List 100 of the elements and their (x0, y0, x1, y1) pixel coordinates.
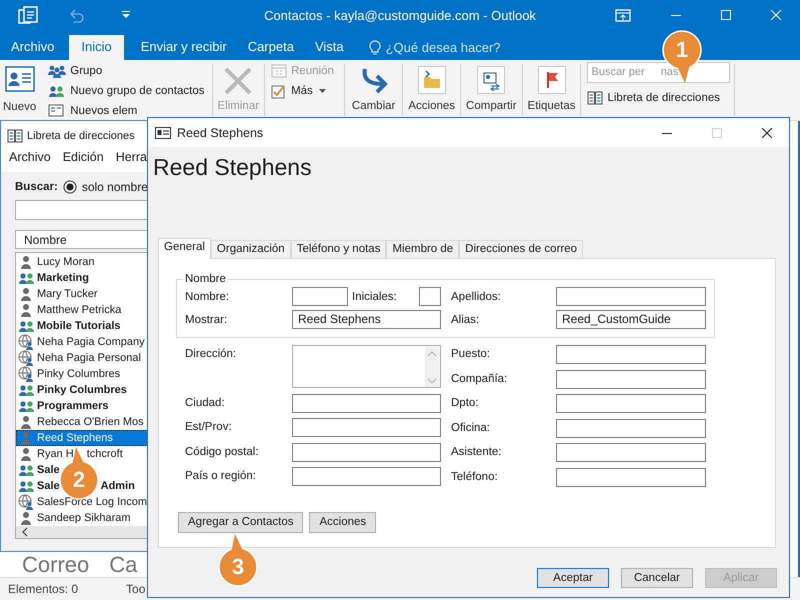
app-icon[interactable] (18, 6, 38, 24)
column-header[interactable]: Nombre (15, 230, 149, 249)
person-icon (18, 302, 34, 318)
contact-item-text[interactable]: tchcroft (86, 448, 123, 460)
text-field[interactable] (292, 287, 348, 306)
text-field[interactable] (556, 468, 706, 486)
status-text: Too (126, 582, 146, 596)
text-field[interactable] (556, 443, 706, 462)
ribbon-button[interactable]: Grupo (48, 62, 205, 79)
ribbon-button[interactable]: Más (271, 82, 334, 99)
text-field[interactable] (556, 370, 706, 388)
ribbon-button[interactable]: Cambiar (348, 62, 400, 112)
person-icon (18, 510, 34, 526)
field-label: Ciudad: (185, 396, 226, 410)
text-field[interactable] (292, 394, 441, 412)
contact-item[interactable]: Pinky Columbres (16, 382, 127, 398)
ribbon-button[interactable]: Compartir (464, 62, 519, 112)
new-button[interactable]: Nuevo (1, 62, 38, 113)
contact-item[interactable]: Mary Tucker (16, 286, 98, 302)
person-icon (18, 286, 34, 302)
ribbon-tab[interactable]: Archivo (2, 35, 64, 60)
contact-item[interactable]: Sale (16, 478, 60, 494)
customize-caret-icon[interactable] (120, 10, 132, 20)
text-field[interactable]: Reed_CustomGuide (556, 310, 706, 329)
contact-item[interactable]: Neha Pagia Personal (16, 350, 141, 366)
group-label: Nombre (184, 273, 227, 285)
field-label: Puesto: (451, 347, 491, 362)
radio-button[interactable] (62, 180, 77, 194)
person-icon (18, 254, 34, 270)
ribbon-button[interactable]: Nuevo grupo de contactos (48, 82, 205, 99)
contact-item[interactable]: Reed Stephens (16, 430, 149, 446)
dialog-button[interactable]: Aceptar (537, 568, 609, 588)
card-icon (477, 66, 506, 94)
ribbon-tab[interactable]: Vista (306, 35, 353, 60)
nav-item[interactable]: Correo (22, 553, 90, 577)
contact-card-icon (155, 126, 171, 138)
contact-item[interactable]: Pinky Columbres (16, 366, 120, 382)
field-label: Nombre: (185, 290, 230, 302)
tab[interactable]: General (158, 238, 211, 259)
maximize-icon[interactable] (721, 10, 731, 20)
text-field[interactable] (556, 418, 706, 438)
tell-me-field[interactable]: ¿Qué desea hacer? (368, 35, 501, 60)
contact-item[interactable]: Matthew Petricka (16, 302, 122, 318)
contact-item[interactable]: Lucy Moran (16, 254, 94, 270)
action-button[interactable]: Acciones (309, 512, 376, 532)
text-field[interactable] (292, 467, 441, 486)
text-field[interactable] (292, 418, 441, 437)
contact-item[interactable]: Programmers (16, 398, 109, 414)
field-label: Apellidos: (451, 290, 502, 302)
person-icon (18, 414, 34, 430)
field-label: País o región: (185, 469, 257, 484)
address-book-button[interactable]: Libreta de direcciones (587, 89, 730, 106)
ribbon-button[interactable]: Nuevos elem (48, 102, 205, 119)
action-button[interactable]: Agregar a Contactos (178, 512, 304, 532)
contact-item[interactable]: Rebecca O'Brien Mos (16, 414, 144, 430)
text-field[interactable] (556, 345, 706, 364)
dialog-button[interactable]: Cancelar (621, 568, 693, 588)
close-icon[interactable] (762, 128, 772, 138)
contact-item[interactable]: Marketing (16, 270, 89, 286)
menu-item[interactable]: Edición (62, 150, 104, 164)
search-label: Buscar: (15, 181, 58, 193)
nav-item[interactable]: Ca (109, 553, 138, 577)
ribbon-tab[interactable]: Inicio (69, 35, 124, 60)
ribbon-tab[interactable]: Enviar y recibir (132, 35, 236, 60)
contact-name: Reed Stephens (153, 153, 313, 182)
menu-item[interactable]: Archivo (9, 150, 51, 164)
tab[interactable]: Teléfono y notas (290, 240, 386, 258)
scroll-left-icon[interactable] (21, 527, 29, 537)
tab[interactable]: Miembro de (386, 240, 460, 258)
contact-item[interactable]: Sandeep Sikharam (16, 510, 131, 526)
field-label: Asistente: (451, 445, 502, 460)
menu-item[interactable]: Herra (116, 150, 147, 164)
text-field[interactable] (419, 287, 441, 306)
contact-item[interactable]: Mobile Tutorials (16, 318, 121, 334)
text-field[interactable] (292, 442, 441, 462)
contact-item[interactable]: Ryan H (16, 446, 74, 462)
search-field[interactable] (15, 200, 149, 220)
ribbon-button[interactable]: Acciones (406, 62, 458, 112)
ribbon-display-icon[interactable] (615, 8, 631, 22)
field-label: Teléfono: (451, 470, 499, 484)
contact-item-text[interactable]: Admin (100, 480, 135, 492)
tab[interactable]: Organización (210, 240, 291, 258)
field-label: Dpto: (451, 396, 480, 411)
option-label[interactable]: solo nombre (82, 180, 148, 194)
ribbon-button[interactable]: Etiquetas (526, 62, 578, 112)
text-field[interactable] (556, 287, 706, 306)
people-icon (48, 64, 66, 78)
field-label: Mostrar: (185, 314, 228, 326)
ribbon-tab[interactable]: Carpeta (238, 35, 303, 60)
field-label: Código postal: (185, 444, 260, 460)
person-icon (18, 446, 34, 462)
contact-item[interactable]: SalesForce Log Incom (16, 494, 148, 510)
contact-item[interactable]: Neha Pagia Company (16, 334, 145, 350)
tab[interactable]: Direcciones de correo (459, 240, 584, 258)
text-field[interactable] (556, 394, 706, 413)
contact-item[interactable]: Sale (16, 462, 60, 478)
text-field[interactable]: Reed Stephens (292, 310, 441, 329)
address-field[interactable] (292, 345, 441, 388)
field-label: Iniciales: (352, 290, 398, 302)
calendar-icon (271, 62, 288, 78)
